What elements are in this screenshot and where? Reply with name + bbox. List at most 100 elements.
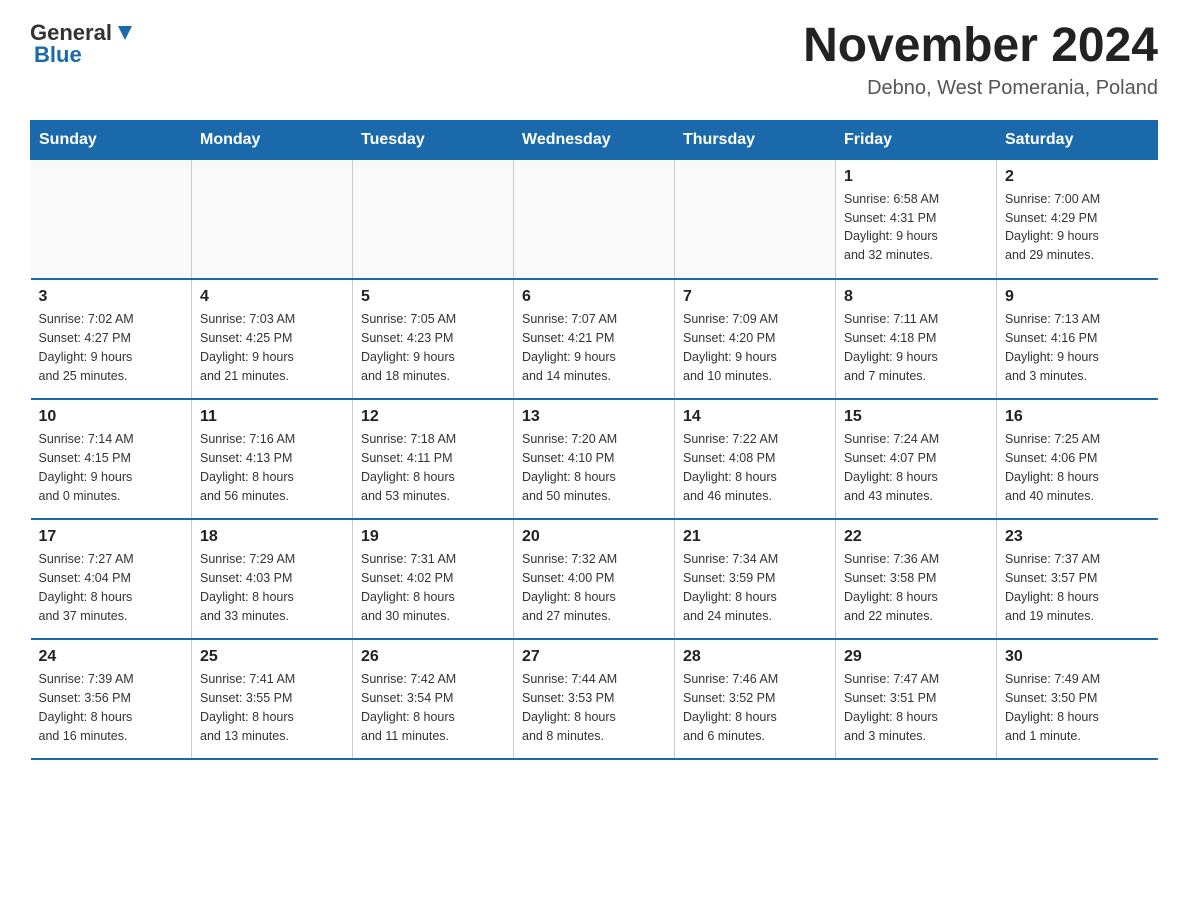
day-info: Sunrise: 7:20 AM Sunset: 4:10 PM Dayligh… [522,430,666,505]
day-number: 11 [200,408,344,426]
title-block: November 2024 Debno, West Pomerania, Pol… [803,20,1158,100]
table-row: 25 Sunrise: 7:41 AM Sunset: 3:55 PM Dayli… [192,639,353,759]
table-row: 9 Sunrise: 7:13 AM Sunset: 4:16 PM Daylig… [997,279,1158,399]
day-info: Sunrise: 7:49 AM Sunset: 3:50 PM Dayligh… [1005,670,1150,745]
day-number: 24 [39,648,184,666]
day-info: Sunrise: 7:13 AM Sunset: 4:16 PM Dayligh… [1005,310,1150,385]
day-info: Sunrise: 7:24 AM Sunset: 4:07 PM Dayligh… [844,430,988,505]
day-number: 14 [683,408,827,426]
day-number: 21 [683,528,827,546]
table-row [675,159,836,279]
header-thursday: Thursday [675,120,836,159]
table-row: 3 Sunrise: 7:02 AM Sunset: 4:27 PM Daylig… [31,279,192,399]
day-info: Sunrise: 7:42 AM Sunset: 3:54 PM Dayligh… [361,670,505,745]
table-row: 29 Sunrise: 7:47 AM Sunset: 3:51 PM Dayli… [836,639,997,759]
calendar-header-row: Sunday Monday Tuesday Wednesday Thursday… [31,120,1158,159]
calendar-week-5: 24 Sunrise: 7:39 AM Sunset: 3:56 PM Dayli… [31,639,1158,759]
day-info: Sunrise: 7:34 AM Sunset: 3:59 PM Dayligh… [683,550,827,625]
day-number: 9 [1005,288,1150,306]
table-row: 20Sunrise: 7:32 AM Sunset: 4:00 PM Dayli… [514,519,675,639]
logo: General Blue [30,20,136,68]
day-info: Sunrise: 7:05 AM Sunset: 4:23 PM Dayligh… [361,310,505,385]
day-info: Sunrise: 7:29 AM Sunset: 4:03 PM Dayligh… [200,550,344,625]
day-info: Sunrise: 7:44 AM Sunset: 3:53 PM Dayligh… [522,670,666,745]
day-info: Sunrise: 7:46 AM Sunset: 3:52 PM Dayligh… [683,670,827,745]
day-info: Sunrise: 7:47 AM Sunset: 3:51 PM Dayligh… [844,670,988,745]
day-number: 30 [1005,648,1150,666]
table-row: 14 Sunrise: 7:22 AM Sunset: 4:08 PM Dayli… [675,399,836,519]
day-number: 29 [844,648,988,666]
day-number: 17 [39,528,184,546]
day-info: Sunrise: 7:41 AM Sunset: 3:55 PM Dayligh… [200,670,344,745]
table-row: 24 Sunrise: 7:39 AM Sunset: 3:56 PM Dayli… [31,639,192,759]
header-sunday: Sunday [31,120,192,159]
day-info: Sunrise: 7:11 AM Sunset: 4:18 PM Dayligh… [844,310,988,385]
header-monday: Monday [192,120,353,159]
page-header: General Blue November 2024 Debno, West P… [30,20,1158,100]
day-number: 28 [683,648,827,666]
day-number: 18 [200,528,344,546]
day-info: Sunrise: 7:03 AM Sunset: 4:25 PM Dayligh… [200,310,344,385]
calendar-table: Sunday Monday Tuesday Wednesday Thursday… [30,120,1158,761]
day-number: 3 [39,288,184,306]
day-number: 4 [200,288,344,306]
day-number: 19 [361,528,505,546]
day-info: Sunrise: 7:32 AM Sunset: 4:00 PM Dayligh… [522,550,666,625]
table-row: 1 Sunrise: 6:58 AM Sunset: 4:31 PM Daylig… [836,159,997,279]
table-row: 12 Sunrise: 7:18 AM Sunset: 4:11 PM Dayli… [353,399,514,519]
day-info: Sunrise: 7:14 AM Sunset: 4:15 PM Dayligh… [39,430,184,505]
day-number: 6 [522,288,666,306]
day-info: Sunrise: 7:37 AM Sunset: 3:57 PM Dayligh… [1005,550,1150,625]
day-info: Sunrise: 7:18 AM Sunset: 4:11 PM Dayligh… [361,430,505,505]
table-row: 5 Sunrise: 7:05 AM Sunset: 4:23 PM Daylig… [353,279,514,399]
day-info: Sunrise: 7:31 AM Sunset: 4:02 PM Dayligh… [361,550,505,625]
table-row: 23Sunrise: 7:37 AM Sunset: 3:57 PM Dayli… [997,519,1158,639]
day-info: Sunrise: 7:07 AM Sunset: 4:21 PM Dayligh… [522,310,666,385]
table-row: 18 Sunrise: 7:29 AM Sunset: 4:03 PM Dayli… [192,519,353,639]
table-row: 16Sunrise: 7:25 AM Sunset: 4:06 PM Dayli… [997,399,1158,519]
calendar-week-4: 17Sunrise: 7:27 AM Sunset: 4:04 PM Dayli… [31,519,1158,639]
table-row: 22 Sunrise: 7:36 AM Sunset: 3:58 PM Dayli… [836,519,997,639]
logo-blue: Blue [34,42,82,68]
day-number: 12 [361,408,505,426]
table-row: 27 Sunrise: 7:44 AM Sunset: 3:53 PM Dayli… [514,639,675,759]
table-row: 4 Sunrise: 7:03 AM Sunset: 4:25 PM Daylig… [192,279,353,399]
day-info: Sunrise: 7:22 AM Sunset: 4:08 PM Dayligh… [683,430,827,505]
day-number: 1 [844,168,988,186]
header-saturday: Saturday [997,120,1158,159]
day-number: 26 [361,648,505,666]
calendar-title: November 2024 [803,20,1158,73]
table-row: 11 Sunrise: 7:16 AM Sunset: 4:13 PM Dayli… [192,399,353,519]
day-number: 10 [39,408,184,426]
table-row: 19 Sunrise: 7:31 AM Sunset: 4:02 PM Dayli… [353,519,514,639]
day-info: Sunrise: 7:09 AM Sunset: 4:20 PM Dayligh… [683,310,827,385]
table-row: 17Sunrise: 7:27 AM Sunset: 4:04 PM Dayli… [31,519,192,639]
day-info: Sunrise: 7:36 AM Sunset: 3:58 PM Dayligh… [844,550,988,625]
day-number: 2 [1005,168,1150,186]
day-info: Sunrise: 6:58 AM Sunset: 4:31 PM Dayligh… [844,190,988,265]
table-row: 21 Sunrise: 7:34 AM Sunset: 3:59 PM Dayli… [675,519,836,639]
calendar-subtitle: Debno, West Pomerania, Poland [803,77,1158,100]
calendar-week-3: 10 Sunrise: 7:14 AM Sunset: 4:15 PM Dayli… [31,399,1158,519]
table-row: 26 Sunrise: 7:42 AM Sunset: 3:54 PM Dayli… [353,639,514,759]
header-wednesday: Wednesday [514,120,675,159]
day-number: 25 [200,648,344,666]
day-number: 22 [844,528,988,546]
table-row: 15Sunrise: 7:24 AM Sunset: 4:07 PM Dayli… [836,399,997,519]
day-info: Sunrise: 7:02 AM Sunset: 4:27 PM Dayligh… [39,310,184,385]
table-row: 8 Sunrise: 7:11 AM Sunset: 4:18 PM Daylig… [836,279,997,399]
day-info: Sunrise: 7:39 AM Sunset: 3:56 PM Dayligh… [39,670,184,745]
table-row [514,159,675,279]
table-row: 7 Sunrise: 7:09 AM Sunset: 4:20 PM Daylig… [675,279,836,399]
logo-arrow-icon [114,22,136,44]
day-number: 13 [522,408,666,426]
day-number: 27 [522,648,666,666]
day-info: Sunrise: 7:16 AM Sunset: 4:13 PM Dayligh… [200,430,344,505]
day-number: 8 [844,288,988,306]
table-row [353,159,514,279]
table-row: 10 Sunrise: 7:14 AM Sunset: 4:15 PM Dayli… [31,399,192,519]
table-row: 28 Sunrise: 7:46 AM Sunset: 3:52 PM Dayli… [675,639,836,759]
table-row: 13 Sunrise: 7:20 AM Sunset: 4:10 PM Dayli… [514,399,675,519]
day-number: 7 [683,288,827,306]
day-number: 5 [361,288,505,306]
